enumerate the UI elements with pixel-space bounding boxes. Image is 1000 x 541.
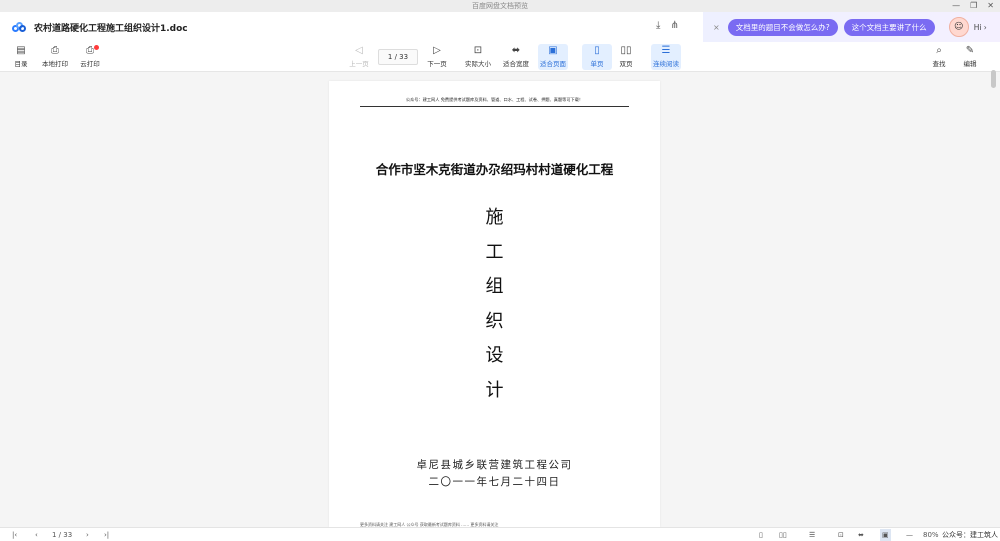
local-print-button[interactable]: ⎙ 本地打印 (40, 44, 70, 70)
prev-page-icon[interactable]: ‹ (35, 529, 38, 541)
actual-size-view-icon[interactable]: ⊡ (838, 529, 844, 541)
zoom-level[interactable]: 80% (923, 529, 939, 541)
document-date: 二〇一一年七月二十四日 (428, 476, 561, 488)
ai-close-icon[interactable]: × (713, 23, 720, 32)
download-icon[interactable]: ⤓ (656, 20, 660, 31)
vertical-title-char: 工 (485, 241, 504, 263)
next-arrow-icon: ▷ (433, 45, 441, 56)
double-page-view-icon[interactable]: ▯▯ (779, 529, 787, 541)
vertical-title-char: 设 (485, 345, 504, 367)
minimize-button[interactable]: — (952, 0, 960, 12)
restore-button[interactable]: ❐ (970, 0, 977, 12)
vertical-title: 施 工 组 织 设 计 (329, 201, 660, 409)
continuous-view-icon[interactable]: ☰ (809, 529, 815, 541)
next-page-button[interactable]: ▷ 下一页 (422, 44, 452, 70)
next-page-label: 下一页 (427, 60, 447, 68)
fit-width-label: 适合宽度 (503, 60, 529, 68)
vertical-scrollbar[interactable] (991, 70, 996, 88)
double-page-label: 双页 (619, 60, 633, 68)
file-actions: ⤓ ⋔ (656, 20, 679, 31)
edit-label: 编辑 (963, 60, 977, 68)
actual-size-label: 实际大小 (465, 60, 491, 68)
single-page-view-icon[interactable]: ▯ (759, 529, 763, 541)
file-name: 农村道路硬化工程施工组织设计1.doc (34, 23, 188, 34)
single-page-button[interactable]: ▯ 单页 (582, 44, 612, 70)
zoom-out-button[interactable]: — (906, 529, 913, 541)
close-button[interactable]: ✕ (987, 0, 994, 12)
vertical-title-char: 计 (485, 379, 504, 401)
continuous-reading-button[interactable]: ☰ 连续阅读 (651, 44, 681, 70)
actual-size-button[interactable]: ⊡ 实际大小 (463, 44, 493, 70)
ai-assistant-bar: × 文档里的题目不会做怎么办? 这个文档主要讲了什么 ☺ Hi › (703, 12, 1000, 42)
ai-suggestion-chip[interactable]: 文档里的题目不会做怎么办? (727, 18, 838, 36)
edit-button[interactable]: ✎ 编辑 (955, 44, 985, 70)
toc-label: 目录 (14, 60, 28, 68)
double-page-button[interactable]: ▯▯ 双页 (611, 44, 641, 70)
search-icon: ⌕ (936, 45, 942, 56)
printer-icon: ⎙ (51, 45, 59, 56)
single-page-icon: ▯ (594, 45, 600, 56)
continuous-reading-label: 连续阅读 (653, 60, 679, 68)
vertical-title-char: 织 (485, 310, 504, 332)
viewer-toolbar: ▤ 目录 ⎙ 本地打印 ⎙ 云打印 ◁ 上一页 ▷ 下一页 ⊡ 实际大小 ⬌ 适… (0, 42, 1000, 72)
share-icon[interactable]: ⋔ (670, 20, 678, 31)
fit-page-label: 适合页面 (540, 60, 566, 68)
ai-suggestion-chip[interactable]: 这个文档主要讲了什么 (843, 18, 935, 36)
status-page-indicator[interactable]: 1 / 33 (52, 529, 72, 541)
company-name: 卓尼县城乡联营建筑工程公司 (416, 459, 573, 471)
ai-avatar-icon[interactable]: ☺ (948, 17, 969, 37)
cloud-printer-icon: ⎙ (86, 45, 94, 56)
vertical-title-char: 施 (485, 207, 504, 228)
document-page: 公众号：建工网人 免费提供考试题库及资料、管道、口水、工程、试卷、押题、真题等可… (329, 81, 660, 527)
vertical-title-char: 组 (485, 276, 504, 298)
toc-icon: ▤ (16, 45, 26, 56)
actual-size-icon: ⊡ (473, 45, 483, 56)
last-page-icon[interactable]: ›| (104, 529, 109, 541)
prev-page-button[interactable]: ◁ 上一页 (344, 44, 374, 70)
cloud-print-button[interactable]: ⎙ 云打印 (75, 44, 105, 70)
toc-button[interactable]: ▤ 目录 (6, 44, 36, 70)
find-label: 查找 (932, 60, 946, 68)
page-header-text: 公众号：建工网人 免费提供考试题库及资料、管道、口水、工程、试卷、押题、真题等可… (360, 97, 629, 107)
fit-page-button[interactable]: ▣ 适合页面 (538, 44, 568, 70)
window-titlebar: 百度网盘文档预览 — ❐ ✕ (0, 0, 1000, 12)
fit-page-icon: ▣ (548, 45, 558, 56)
fit-width-icon: ⬌ (511, 45, 521, 56)
fit-width-view-icon[interactable]: ⬌ (858, 529, 864, 541)
cloud-print-label: 云打印 (80, 60, 100, 68)
first-page-icon[interactable]: |‹ (12, 529, 17, 541)
next-page-icon[interactable]: › (86, 529, 89, 541)
pencil-icon: ✎ (965, 45, 975, 56)
double-page-icon: ▯▯ (620, 45, 632, 56)
window-title: 百度网盘文档预览 (472, 2, 528, 10)
prev-arrow-icon: ◁ (355, 45, 363, 56)
single-page-label: 单页 (590, 60, 604, 68)
baidu-netdisk-logo-icon (12, 22, 26, 32)
notification-dot (94, 45, 99, 50)
page-number-input[interactable]: 1 / 33 (378, 49, 418, 65)
watermark-text: 公众号：建工筑人 (942, 531, 998, 539)
document-title: 合作市坚木克街道办尕绍玛村村道硬化工程 (375, 162, 614, 177)
fit-page-view-icon[interactable]: ▣ (880, 529, 891, 541)
continuous-reading-icon: ☰ (661, 45, 671, 56)
local-print-label: 本地打印 (42, 60, 68, 68)
window-controls: — ❐ ✕ (952, 0, 994, 12)
prev-page-label: 上一页 (349, 60, 369, 68)
status-bar: |‹ ‹ 1 / 33 › ›| ▯ ▯▯ ☰ ⊡ ⬌ ▣ — 80% (0, 527, 1000, 541)
find-button[interactable]: ⌕ 查找 (924, 44, 954, 70)
fit-width-button[interactable]: ⬌ 适合宽度 (501, 44, 531, 70)
ai-greeting[interactable]: Hi › (974, 23, 987, 32)
